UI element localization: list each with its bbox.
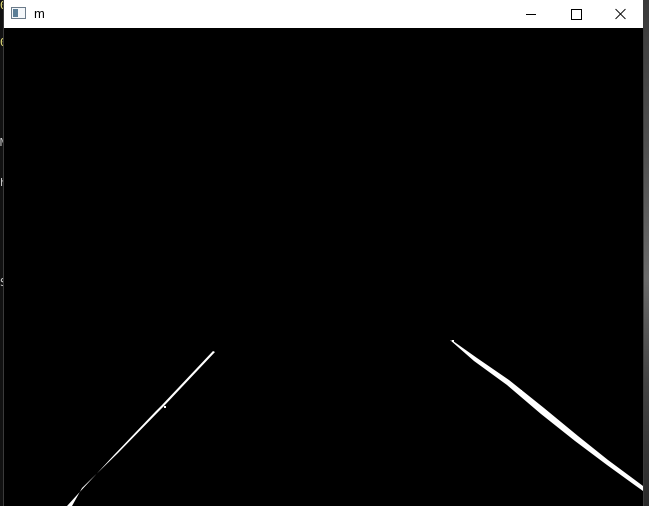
left-lane-speck [164, 406, 166, 408]
app-window-icon [11, 7, 26, 19]
background-window-right-edge [643, 0, 649, 506]
close-button[interactable] [598, 0, 644, 28]
image-canvas [4, 28, 643, 506]
mask-background [4, 28, 643, 506]
minimize-icon [526, 13, 536, 15]
window-title: m [34, 6, 45, 21]
right-lane-speck [452, 340, 454, 342]
maximize-icon [570, 8, 582, 20]
close-icon [615, 8, 627, 20]
lane-mask-image [4, 28, 643, 506]
minimize-button[interactable] [508, 0, 554, 28]
image-window: m [4, 0, 643, 506]
right-lane-speck [458, 346, 460, 347]
right-lane-speck [520, 390, 522, 392]
maximize-button[interactable] [553, 0, 599, 28]
title-bar[interactable]: m [4, 0, 643, 28]
